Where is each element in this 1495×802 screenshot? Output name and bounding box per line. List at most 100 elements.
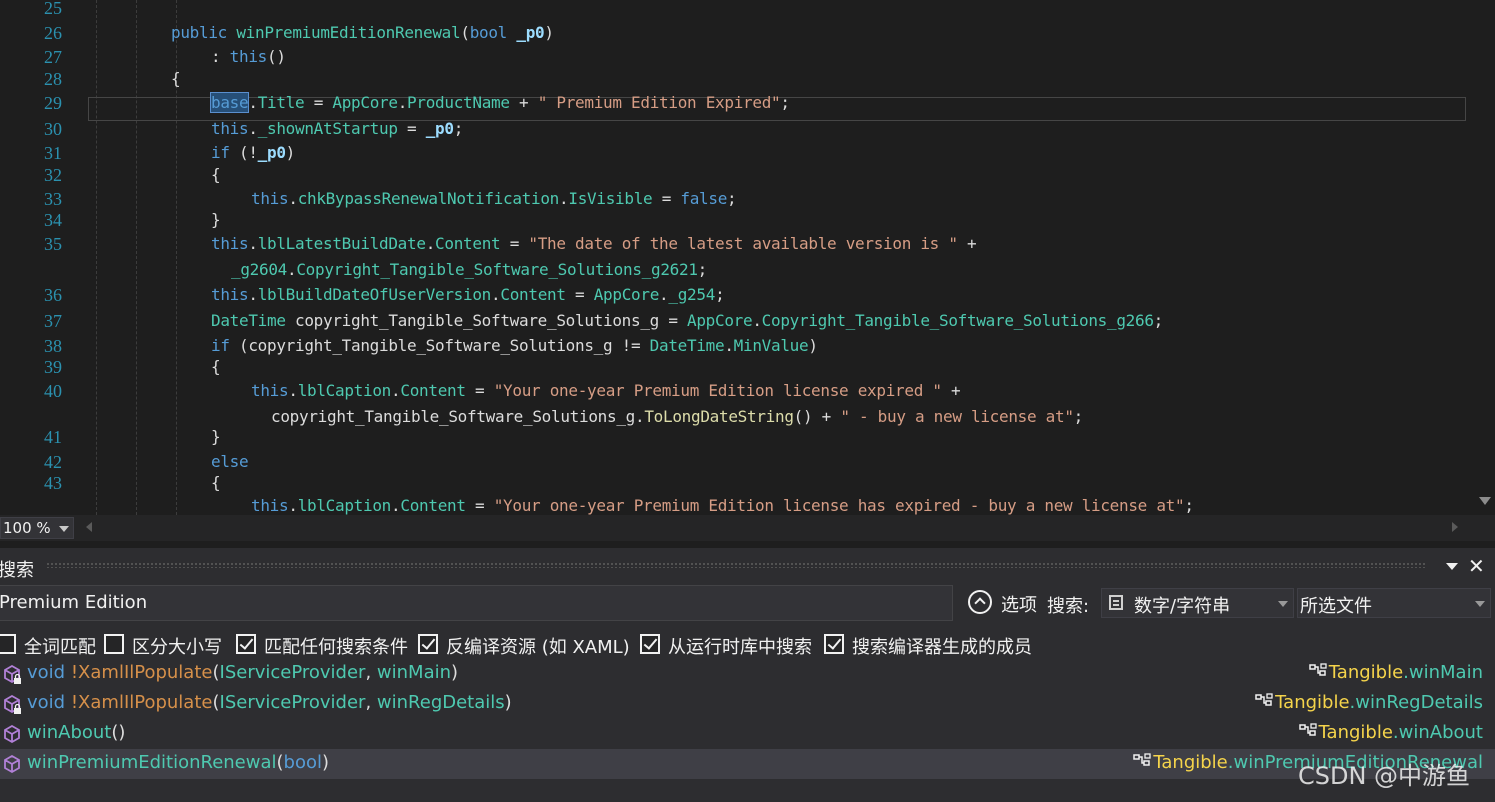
string-icon — [1109, 595, 1123, 610]
option-label: 搜索编译器生成的成员 — [852, 637, 1032, 658]
result-location: Tangible.winRegDetails — [1253, 692, 1483, 713]
line-number: 33 — [44, 189, 62, 209]
code-line[interactable]: copyright_Tangible_Software_Solutions_g.… — [271, 406, 1083, 428]
editor-status-bar: 100 % — [0, 515, 1495, 541]
code-line[interactable]: this.lblLatestBuildDate.Content = "The d… — [211, 233, 977, 255]
code-token: _shownAtStartup — [257, 119, 398, 138]
code-token: . — [248, 285, 258, 304]
line-number: 31 — [44, 143, 62, 163]
signature-p1: IServiceProvider — [219, 662, 366, 683]
result-row[interactable]: void !XamlIlPopulate(IServiceProvider, w… — [0, 689, 1495, 719]
code-line[interactable]: : this() — [211, 46, 286, 68]
vertical-scrollbar[interactable] — [1473, 0, 1495, 515]
result-class: .winMain — [1403, 662, 1483, 683]
scroll-left-icon[interactable] — [86, 522, 92, 532]
code-line[interactable]: this.chkBypassRenewalNotification.IsVisi… — [251, 188, 737, 210]
result-signature: winPremiumEditionRenewal(bool) — [27, 752, 329, 773]
search-kind-select[interactable]: 数字/字符串 — [1101, 588, 1294, 618]
search-scope-select[interactable]: 所选文件 — [1297, 588, 1491, 618]
code-token: this — [229, 47, 268, 66]
option-label: 反编译资源 (如 XAML) — [446, 637, 630, 658]
code-token: = — [465, 496, 494, 515]
code-line[interactable]: this.lblBuildDateOfUserVersion.Content =… — [211, 284, 725, 306]
code-line[interactable]: { — [211, 356, 221, 378]
checkbox-checked-icon[interactable] — [640, 634, 660, 654]
signature-p2: winRegDetails — [376, 692, 505, 713]
code-token: = — [500, 234, 529, 253]
code-token: } — [211, 210, 221, 229]
result-row[interactable]: void !XamlIlPopulate(IServiceProvider, w… — [0, 659, 1495, 689]
code-token: "The date of the latest available versio… — [528, 234, 958, 253]
code-line[interactable]: public winPremiumEditionRenewal(bool _p0… — [171, 22, 554, 44]
signature-comma: , — [365, 692, 377, 713]
search-kind-label: 搜索: — [1047, 596, 1090, 617]
code-token: . — [288, 189, 298, 208]
code-token: _p0 — [425, 119, 454, 138]
close-icon[interactable]: ✕ — [1468, 554, 1485, 578]
code-line[interactable]: this.lblCaption.Content = "Your one-year… — [251, 380, 961, 402]
code-line[interactable]: DateTime copyright_Tangible_Software_Sol… — [211, 310, 1163, 332]
code-line[interactable]: { — [171, 68, 181, 90]
signature-void: void — [27, 662, 71, 683]
result-row[interactable]: winPremiumEditionRenewal(bool) Tangible.w… — [0, 749, 1495, 779]
code-line[interactable]: this._shownAtStartup = _p0; — [211, 118, 463, 140]
method-icon — [3, 694, 21, 714]
code-token: ProductName — [407, 93, 510, 112]
code-token: (! — [239, 143, 258, 162]
result-namespace: Tangible — [1153, 752, 1228, 773]
class-icon — [1297, 722, 1319, 743]
checkbox-unchecked-icon[interactable] — [0, 634, 16, 654]
scroll-right-icon[interactable] — [1452, 522, 1458, 532]
code-line[interactable]: base.Title = AppCore.ProductName + " Pre… — [209, 92, 790, 114]
code-token: lblLatestBuildDate — [257, 234, 426, 253]
class-icon — [1131, 752, 1153, 773]
code-editor[interactable]: 25 26 public winPremiumEditionRenewal(bool… — [0, 0, 1495, 515]
code-line[interactable]: } — [211, 209, 221, 231]
search-options: 全词匹配 区分大小写 匹配任何搜索条件 反编译资源 (如 XAML) 从运行时库中搜索 搜… — [0, 630, 1495, 660]
code-token: _g2604 — [231, 260, 287, 279]
code-token: = — [565, 285, 594, 304]
result-namespace: Tangible — [1275, 692, 1350, 713]
code-token: . — [491, 285, 501, 304]
panel-menu-icon[interactable] — [1446, 563, 1458, 570]
code-line[interactable]: this.lblCaption.Content = "Your one-year… — [251, 495, 1194, 515]
signature-close: ) — [504, 692, 512, 713]
zoom-dropdown[interactable]: 100 % — [0, 517, 74, 539]
code-line[interactable]: } — [211, 426, 221, 448]
checkbox-unchecked-icon[interactable] — [104, 634, 124, 654]
code-token: { — [211, 473, 221, 492]
code-token: _p0 — [257, 143, 286, 162]
code-token: Copyright_Tangible_Software_Solutions_g2… — [296, 260, 698, 279]
code-line[interactable]: _g2604.Copyright_Tangible_Software_Solut… — [231, 259, 707, 281]
result-row[interactable]: winAbout() Tangible.winAbout — [0, 719, 1495, 749]
indent-guide — [96, 0, 97, 515]
code-line[interactable]: { — [211, 472, 221, 494]
code-token: ( — [460, 23, 470, 42]
line-number: 34 — [44, 210, 62, 230]
code-token: { — [211, 357, 221, 376]
scroll-down-icon[interactable] — [1479, 497, 1491, 505]
code-token: . — [659, 285, 669, 304]
checkbox-checked-icon[interactable] — [418, 634, 438, 654]
code-token: . — [248, 234, 258, 253]
indent-guide — [136, 0, 137, 515]
code-token: . — [752, 311, 762, 330]
code-token: lblBuildDateOfUserVersion — [257, 285, 492, 304]
result-namespace: Tangible — [1318, 722, 1393, 743]
code-token: () — [267, 47, 286, 66]
panel-header: 搜索 ✕ — [0, 548, 1495, 582]
code-line[interactable]: else — [211, 451, 249, 473]
panel-drag-handle[interactable] — [46, 562, 1426, 568]
code-token: "Your one-year Premium Edition license h… — [493, 496, 1185, 515]
signature-p1: IServiceProvider — [219, 692, 366, 713]
signature-name: winPremiumEditionRenewal — [27, 752, 277, 773]
method-icon — [3, 754, 20, 774]
code-line[interactable]: if (!_p0) — [211, 142, 295, 164]
code-line[interactable]: { — [211, 164, 221, 186]
checkbox-checked-icon[interactable] — [824, 634, 844, 654]
line-number: 28 — [44, 69, 62, 89]
checkbox-checked-icon[interactable] — [236, 634, 256, 654]
code-line[interactable]: if (copyright_Tangible_Software_Solution… — [211, 335, 818, 357]
search-input[interactable]: Premium Edition — [0, 585, 953, 621]
code-token: = — [397, 119, 426, 138]
